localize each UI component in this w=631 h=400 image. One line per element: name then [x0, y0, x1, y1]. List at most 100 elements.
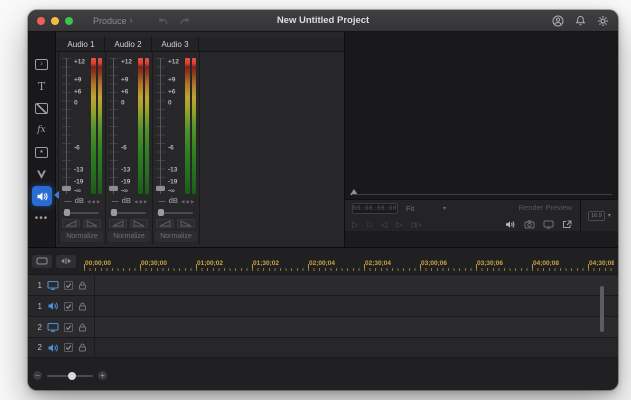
lock-icon[interactable]	[78, 302, 87, 311]
track-enable-checkbox[interactable]	[64, 301, 73, 311]
tab-more[interactable]: •••	[32, 208, 52, 228]
fx-icon: fx	[37, 125, 46, 135]
tab-cursor[interactable]	[32, 164, 52, 184]
volume-fader[interactable]	[156, 58, 165, 194]
redo-button[interactable]	[179, 16, 191, 26]
track-number: 2	[37, 343, 42, 352]
zoom-in-button[interactable]: +	[98, 371, 107, 380]
volume-slider-thumb[interactable]	[64, 209, 70, 216]
track-row-video-1: 1	[28, 274, 618, 295]
volume-slider[interactable]	[110, 209, 146, 216]
step-forward-button[interactable]: ▷	[396, 220, 402, 229]
titlebar: Produce › New Untitled Project	[28, 10, 618, 32]
zoom-out-button[interactable]: −	[33, 371, 42, 380]
track-row-audio-1: 1	[28, 295, 618, 316]
fader-thumb[interactable]	[109, 186, 118, 191]
gain-stepper[interactable]: ◀ ◆ ▶	[134, 199, 147, 205]
play-button[interactable]: ▷	[352, 220, 358, 229]
fast-forward-button[interactable]: ▷▷	[411, 220, 421, 229]
render-preview-button[interactable]: Render Preview	[519, 203, 572, 212]
speaker-icon	[506, 221, 515, 228]
normalize-button[interactable]: Normalize	[108, 231, 150, 242]
display-button[interactable]	[543, 220, 554, 229]
check-icon	[65, 282, 72, 288]
fade-out-button[interactable]	[130, 219, 148, 228]
zoom-fit-dropdown[interactable]: Fit ▾	[406, 204, 446, 213]
settings-button[interactable]	[597, 15, 609, 27]
fade-in-button[interactable]	[109, 219, 127, 228]
channel-strip-audio-3: +12 +9 +6 0 -6 -13 -19 -∞ — dB ◀ ◆ ▶ Nor…	[153, 52, 200, 244]
step-back-button[interactable]: ◁	[381, 220, 387, 229]
zoom-slider[interactable]	[47, 371, 93, 380]
account-button[interactable]	[552, 15, 564, 27]
zoom-slider-thumb[interactable]	[67, 371, 76, 380]
fader-thumb[interactable]	[62, 186, 71, 191]
tab-effects[interactable]: fx	[32, 120, 52, 140]
scrubber-track[interactable]	[352, 194, 612, 195]
track-lane[interactable]	[95, 275, 618, 295]
close-window-button[interactable]	[37, 16, 45, 25]
timeline-vertical-scrollbar[interactable]	[600, 286, 604, 332]
zoom-window-button[interactable]	[65, 16, 73, 25]
volume-slider-thumb[interactable]	[158, 209, 164, 216]
fade-in-icon	[65, 220, 77, 227]
fade-in-button[interactable]	[62, 219, 80, 228]
undo-button[interactable]	[157, 16, 169, 26]
timecode-display[interactable]: 00:00:00:00	[352, 203, 398, 214]
produce-button[interactable]: Produce ›	[93, 15, 133, 26]
lock-icon[interactable]	[78, 343, 87, 352]
timeline-zoom-control: − +	[33, 371, 107, 380]
volume-slider[interactable]	[63, 209, 99, 216]
track-list: 1 1 2 2	[28, 274, 618, 358]
mixer-header-row: Audio 1 Audio 2 Audio 3	[56, 37, 344, 52]
volume-slider[interactable]	[157, 209, 193, 216]
track-enable-checkbox[interactable]	[64, 343, 73, 352]
audio-track-icon[interactable]	[47, 301, 59, 311]
snap-button[interactable]	[56, 254, 76, 268]
track-number: 1	[37, 280, 42, 290]
gain-stepper[interactable]: ◀ ◆ ▶	[87, 199, 100, 205]
tab-text[interactable]: T	[32, 76, 52, 96]
volume-fader[interactable]	[109, 58, 118, 194]
tab-annotations[interactable]	[32, 98, 52, 118]
fade-in-button[interactable]	[156, 219, 174, 228]
aspect-ratio-selector[interactable]: 16:9 ▾	[580, 200, 618, 231]
lock-icon[interactable]	[78, 323, 87, 332]
track-lane[interactable]	[95, 338, 618, 357]
snapshot-button[interactable]	[524, 220, 535, 229]
notifications-button[interactable]	[575, 15, 586, 26]
stop-button[interactable]: □	[367, 220, 372, 229]
insert-mode-button[interactable]	[32, 254, 52, 268]
tab-media[interactable]: ♪	[32, 54, 52, 74]
track-lane[interactable]	[95, 296, 618, 316]
track-enable-checkbox[interactable]	[64, 280, 73, 290]
fade-out-button[interactable]	[177, 219, 195, 228]
minimize-window-button[interactable]	[51, 16, 59, 25]
lock-icon[interactable]	[78, 281, 87, 290]
normalize-button[interactable]: Normalize	[61, 231, 103, 242]
normalize-button[interactable]: Normalize	[155, 231, 197, 242]
audio-track-icon[interactable]	[47, 343, 59, 353]
track-lane[interactable]	[95, 317, 618, 337]
timeline-ruler[interactable]: 00;00;00 00;30;00 01;00;02 01;30;02 02;0…	[84, 248, 614, 274]
chevron-down-icon: ▾	[442, 206, 446, 212]
preview-pane: 00:00:00:00 Fit ▾ ▷ □ ◁ ▷ ▷▷ Render Prev…	[345, 32, 618, 247]
gain-value: —	[158, 198, 166, 205]
volume-slider-thumb[interactable]	[111, 209, 117, 216]
fader-thumb[interactable]	[156, 186, 165, 191]
preview-scrubber[interactable]	[345, 187, 618, 199]
track-enable-checkbox[interactable]	[64, 322, 73, 332]
volume-fader[interactable]	[62, 58, 71, 194]
undo-icon	[159, 17, 168, 24]
audio-monitor-button[interactable]	[505, 220, 516, 229]
fade-out-button[interactable]	[83, 219, 101, 228]
gear-icon	[598, 15, 608, 26]
video-track-icon[interactable]	[47, 280, 59, 290]
tab-audio-mixer[interactable]	[31, 186, 52, 206]
gain-stepper[interactable]: ◀ ◆ ▶	[181, 199, 194, 205]
check-icon	[65, 345, 72, 351]
tab-stickers[interactable]: ★	[32, 142, 52, 162]
channel-name: Audio 3	[152, 37, 199, 51]
video-track-icon[interactable]	[47, 322, 59, 332]
detach-preview-button[interactable]	[562, 220, 572, 229]
